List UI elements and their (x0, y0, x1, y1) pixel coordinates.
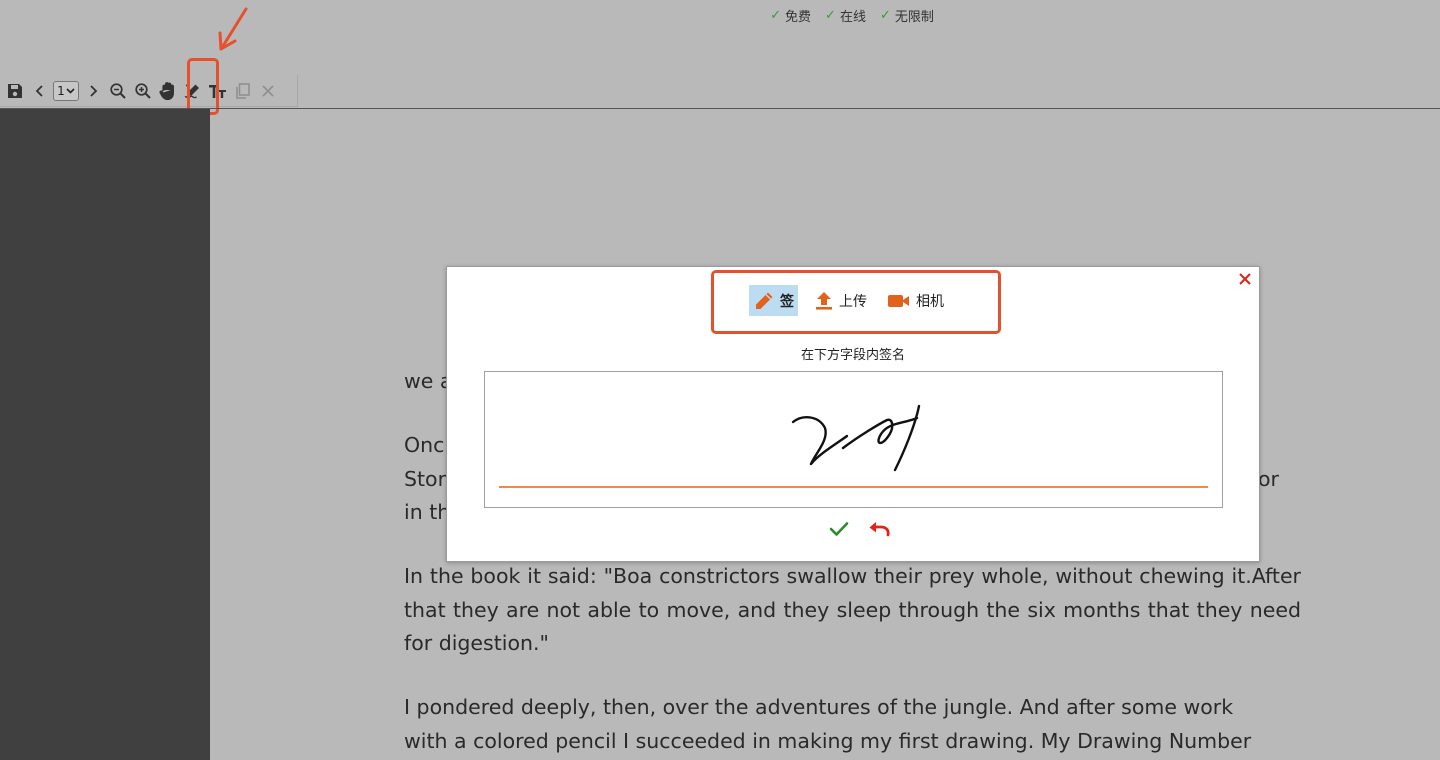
zoom-out-icon (109, 82, 126, 99)
doc-line: or (1258, 467, 1279, 491)
check-icon: ✓ (879, 8, 891, 23)
signature-actions (447, 517, 1259, 541)
signature-tabs: 签 上传 相机 (749, 285, 948, 316)
undo-signature-button[interactable] (866, 517, 892, 541)
dialog-close-button[interactable] (1234, 268, 1256, 290)
zoom-out-button[interactable] (105, 77, 130, 105)
close-icon (1239, 273, 1251, 285)
page-number-select[interactable]: 1 (53, 80, 79, 101)
chevron-down-icon (66, 82, 75, 100)
pdf-toolbar: 1 (0, 75, 298, 107)
doc-paragraph: In the book it said: "Boa constrictors s… (404, 564, 1301, 655)
camera-icon (888, 294, 909, 307)
doc-line: I pondered deeply, then, over the advent… (404, 695, 1234, 719)
zoom-in-button[interactable] (130, 77, 155, 105)
chevron-left-icon (35, 84, 43, 97)
tab-label: 签 (780, 293, 794, 310)
undo-icon (869, 522, 890, 537)
feature-online: ✓ 在线 (825, 6, 866, 25)
save-button[interactable] (2, 77, 27, 105)
hand-icon (159, 81, 174, 100)
feature-label: 在线 (839, 10, 866, 25)
doc-line: with a colored pencil I succeeded in mak… (404, 729, 1252, 753)
tab-label: 上传 (839, 293, 867, 310)
feature-label: 免费 (785, 10, 812, 25)
save-icon (7, 83, 22, 98)
chevron-right-icon (89, 84, 97, 97)
signature-dialog: 签 上传 相机 在下方字段内签名 (446, 266, 1260, 562)
signature-instruction: 在下方字段内签名 (800, 348, 905, 363)
check-icon: ✓ (825, 8, 836, 23)
copy-icon (235, 82, 250, 99)
feature-label: 无限制 (894, 10, 934, 25)
prev-page-button[interactable] (27, 77, 52, 105)
feature-free: ✓ 免费 (770, 6, 811, 25)
next-page-button[interactable] (80, 77, 105, 105)
duplicate-button[interactable] (230, 77, 255, 105)
zoom-in-icon (134, 82, 151, 99)
tab-upload[interactable]: 上传 (810, 285, 871, 316)
pencil-icon (756, 292, 773, 309)
tab-label: 相机 (916, 293, 944, 310)
check-icon: ✓ (770, 8, 782, 23)
signature-canvas[interactable] (484, 371, 1223, 508)
tab-camera[interactable]: 相机 (883, 285, 948, 316)
tab-draw[interactable]: 签 (749, 285, 798, 316)
close-icon (261, 84, 274, 97)
confirm-signature-button[interactable] (826, 517, 852, 541)
toolbar-divider (0, 108, 1440, 109)
page-number-value: 1 (57, 83, 65, 98)
signature-baseline (499, 486, 1208, 488)
delete-button[interactable] (255, 77, 280, 105)
annotation-arrow-icon (218, 7, 248, 51)
upload-icon (816, 291, 832, 310)
signature-tool-highlight (187, 58, 219, 115)
thumbnail-sidebar (0, 109, 210, 760)
feature-unlimited: ✓ 无限制 (880, 6, 934, 25)
hand-tool-button[interactable] (155, 77, 180, 105)
checkmark-icon (829, 522, 849, 536)
signature-stroke (791, 404, 921, 472)
